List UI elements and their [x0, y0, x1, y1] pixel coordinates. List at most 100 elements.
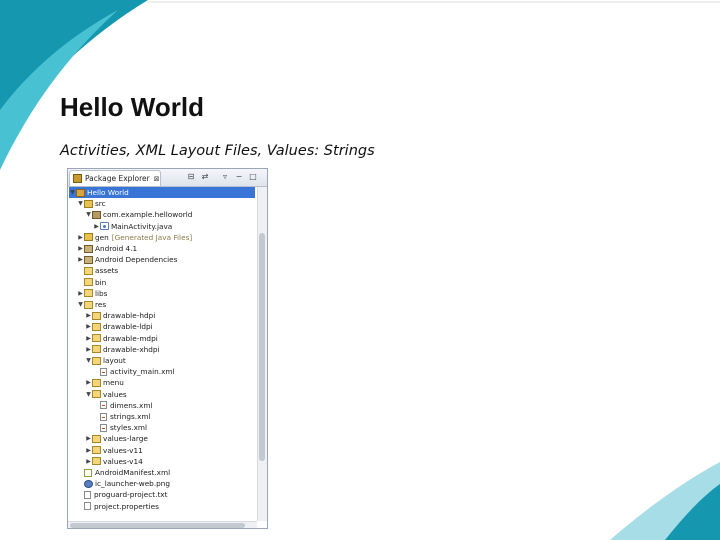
tree-item-label: libs	[95, 288, 108, 298]
collapsed-arrow-icon[interactable]: ▶	[77, 243, 84, 254]
tree-item[interactable]: dimens.xml	[69, 400, 267, 411]
tree-item-label: values-large	[103, 434, 148, 444]
tree-item[interactable]: ▼ layout	[69, 355, 267, 366]
tree-item-label: assets	[95, 266, 119, 276]
xml-file-icon	[100, 412, 107, 421]
horizontal-scroll-thumb[interactable]	[70, 523, 245, 528]
tree-item[interactable]: styles.xml	[69, 422, 267, 433]
tree-item-label: res	[95, 300, 107, 309]
slide-subtitle: Activities, XML Layout Files, Values: St…	[60, 143, 375, 159]
collapsed-arrow-icon[interactable]: ▶	[85, 321, 92, 332]
tree-item[interactable]: ▶ values-v14	[69, 456, 267, 467]
tree-item[interactable]: ▶ libs	[69, 288, 263, 299]
tree-item-label: styles.xml	[110, 423, 148, 433]
tree-item[interactable]: ▶ menu	[69, 377, 267, 388]
collapsed-arrow-icon[interactable]: ▶	[85, 344, 92, 355]
tree-item[interactable]: ▼ src	[69, 198, 263, 209]
no-arrow-spacer	[77, 478, 84, 489]
no-arrow-spacer	[77, 489, 84, 500]
close-icon[interactable]: ⊠	[154, 175, 160, 183]
tree-item[interactable]: ▶ Android Dependencies	[69, 254, 263, 265]
tree-item-label: drawable-hdpi	[103, 311, 156, 321]
package-explorer-icon	[73, 174, 82, 183]
folder-icon	[92, 390, 101, 399]
expanded-arrow-icon[interactable]: ▼	[85, 389, 92, 400]
view-menu-icon[interactable]: ▿	[220, 171, 230, 183]
folder-icon	[84, 266, 93, 275]
collapse-all-icon[interactable]: ⊟	[186, 171, 196, 183]
collapsed-arrow-icon[interactable]: ▶	[93, 221, 100, 232]
expanded-arrow-icon[interactable]: ▼	[85, 209, 92, 220]
tree-item[interactable]: ▶ gen [Generated Java Files]	[69, 232, 263, 243]
text-file-icon	[84, 502, 91, 511]
vertical-scroll-thumb[interactable]	[259, 233, 265, 461]
tree-item-label: gen	[95, 232, 109, 242]
expanded-arrow-icon[interactable]: ▼	[77, 299, 84, 310]
project-tree: ▼ Hello World ▼ src ▼ com.example.helloworld ▶…	[68, 187, 256, 521]
package-icon	[92, 210, 101, 219]
folder-icon	[92, 356, 101, 365]
expanded-arrow-icon[interactable]: ▼	[85, 355, 92, 366]
tree-item[interactable]: ▼ res	[69, 299, 263, 310]
tree-item[interactable]: ▶ Android 4.1	[69, 243, 263, 254]
expanded-arrow-icon[interactable]: ▼	[77, 198, 84, 209]
library-icon	[84, 244, 93, 253]
link-with-editor-icon[interactable]: ⇄	[200, 171, 210, 183]
tree-item[interactable]: AndroidManifest.xml	[69, 467, 263, 478]
tree-item[interactable]: proguard-project.txt	[69, 489, 263, 500]
horizontal-scrollbar[interactable]	[68, 521, 257, 528]
image-file-icon	[84, 479, 93, 488]
maximize-icon[interactable]: □	[248, 171, 258, 183]
tree-item[interactable]: strings.xml	[69, 411, 267, 422]
tree-item[interactable]: project.properties	[69, 501, 263, 512]
tree-item[interactable]: ▶ drawable-hdpi	[69, 310, 267, 321]
tree-item-label: AndroidManifest.xml	[95, 468, 171, 477]
folder-icon	[92, 378, 101, 387]
tree-item[interactable]: ▼ Hello World	[69, 187, 255, 198]
folder-icon	[92, 457, 101, 466]
tree-item[interactable]: ▶ drawable-mdpi	[69, 333, 267, 344]
xml-file-icon	[100, 367, 107, 376]
tree-item-label: drawable-ldpi	[103, 322, 153, 332]
tab-package-explorer[interactable]: Package Explorer ⊠	[69, 170, 161, 186]
folder-icon	[84, 289, 93, 298]
tab-label: Package Explorer	[85, 174, 150, 183]
tree-item[interactable]: assets	[69, 265, 263, 276]
collapsed-arrow-icon[interactable]: ▶	[85, 456, 92, 467]
collapsed-arrow-icon[interactable]: ▶	[77, 254, 84, 265]
folder-icon	[92, 446, 101, 455]
tree-item[interactable]: ▼ values	[69, 389, 267, 400]
source-folder-icon	[84, 233, 93, 242]
tree-item[interactable]: ▶ drawable-xhdpi	[69, 344, 267, 355]
tree-item[interactable]: ▶ drawable-ldpi	[69, 321, 267, 332]
tree-item-label: drawable-xhdpi	[103, 344, 160, 354]
collapsed-arrow-icon[interactable]: ▶	[85, 445, 92, 456]
package-explorer-panel: Package Explorer ⊠ ⊟ ⇄ ▿ − □ ▼ Hello Worl…	[67, 168, 268, 529]
tree-item[interactable]: ▶ MainActivity.java	[69, 221, 267, 232]
collapsed-arrow-icon[interactable]: ▶	[77, 288, 84, 299]
no-arrow-spacer	[77, 277, 84, 288]
vertical-scrollbar[interactable]	[257, 187, 267, 521]
expanded-arrow-icon[interactable]: ▼	[69, 187, 76, 198]
tree-item[interactable]: ▶ values-v11	[69, 445, 267, 456]
tree-item-label: layout	[103, 356, 126, 365]
folder-icon	[92, 311, 101, 320]
tree-item[interactable]: activity_main.xml	[69, 366, 267, 377]
tree-item[interactable]: ic_launcher-web.png	[69, 478, 263, 489]
collapsed-arrow-icon[interactable]: ▶	[85, 310, 92, 321]
tree-item-label: Hello World	[87, 188, 129, 197]
tree-item[interactable]: bin	[69, 277, 263, 288]
collapsed-arrow-icon[interactable]: ▶	[85, 433, 92, 444]
minimize-icon[interactable]: −	[234, 171, 244, 183]
tree-item[interactable]: ▼ com.example.helloworld	[69, 209, 267, 220]
collapsed-arrow-icon[interactable]: ▶	[77, 232, 84, 243]
tree-item[interactable]: ▶ values-large	[69, 433, 267, 444]
tree-item-label: Android 4.1	[95, 244, 138, 253]
no-arrow-spacer	[93, 422, 100, 433]
tree-item-label: src	[95, 199, 106, 209]
no-arrow-spacer	[77, 467, 84, 478]
java-file-icon	[100, 222, 109, 231]
collapsed-arrow-icon[interactable]: ▶	[85, 333, 92, 344]
collapsed-arrow-icon[interactable]: ▶	[85, 377, 92, 388]
tree-item-note: [Generated Java Files]	[111, 232, 193, 242]
